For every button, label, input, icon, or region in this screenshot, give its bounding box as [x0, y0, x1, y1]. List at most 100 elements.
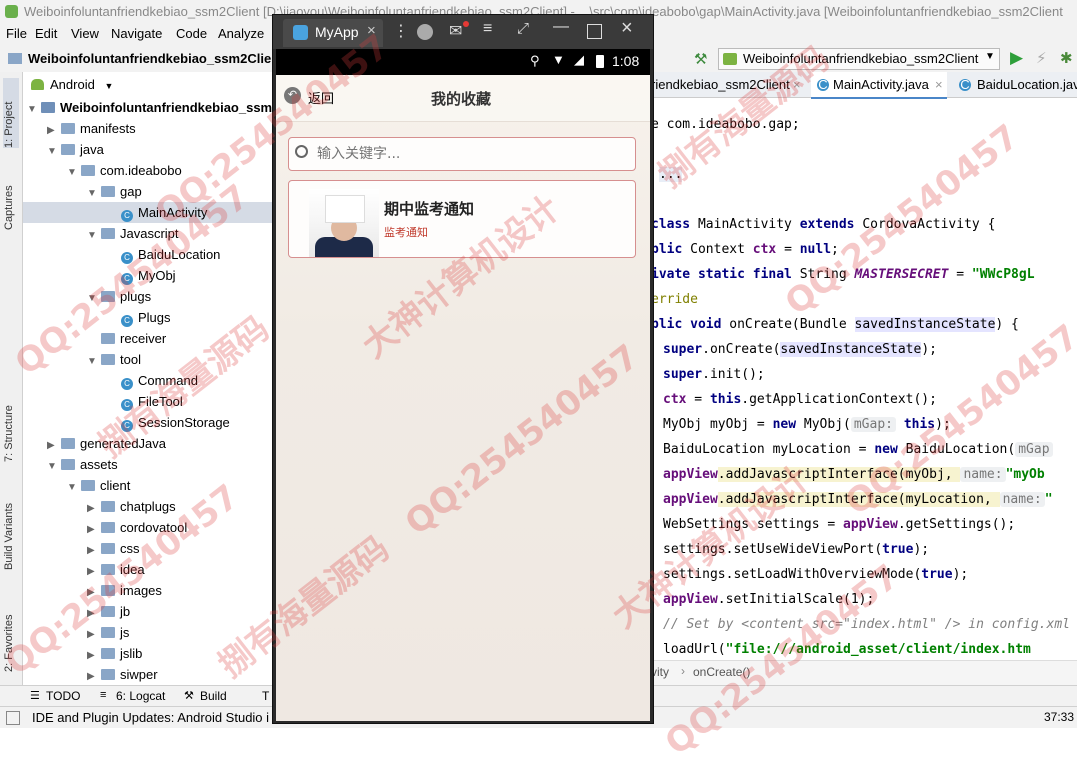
- mail-icon[interactable]: ✉: [449, 21, 462, 41]
- tree-item[interactable]: C Command: [107, 370, 198, 391]
- tree-item[interactable]: ▼ java: [47, 139, 104, 160]
- code-text: loadUrl(: [663, 642, 726, 657]
- tree-item[interactable]: ▼ gap: [87, 181, 142, 202]
- chevron-down-icon[interactable]: ▼: [47, 141, 61, 162]
- editor-tab-baidulocation[interactable]: C BaiduLocation.java: [953, 72, 1077, 97]
- chevron-right-icon[interactable]: ▶: [47, 435, 61, 456]
- tree-item[interactable]: ▶ js: [87, 622, 129, 643]
- chevron-down-icon: ▼: [985, 51, 995, 62]
- emulator-tab[interactable]: MyApp ×: [283, 19, 383, 47]
- apply-changes-icon[interactable]: ⚡: [1036, 49, 1047, 67]
- run-icon[interactable]: ▶: [1010, 48, 1023, 68]
- chevron-right-icon[interactable]: ▶: [87, 666, 101, 685]
- run-config-select[interactable]: Weiboinfoluntanfriendkebiao_ssm2Client ▼: [718, 48, 1000, 70]
- chevron-right-icon[interactable]: ▶: [87, 540, 101, 561]
- chevron-right-icon[interactable]: ▶: [87, 519, 101, 540]
- close-icon[interactable]: ×: [367, 22, 376, 39]
- chevron-down-icon[interactable]: ▼: [87, 288, 101, 309]
- tree-item[interactable]: ▶ cordovatool: [87, 517, 187, 538]
- tree-item[interactable]: ▼ com.ideabobo: [67, 160, 182, 181]
- chevron-down-icon[interactable]: ▼: [87, 225, 101, 246]
- search-field[interactable]: [288, 137, 636, 171]
- tree-item[interactable]: C Plugs: [107, 307, 171, 328]
- search-icon: [295, 145, 308, 158]
- tree-item[interactable]: C MyObj: [107, 265, 176, 286]
- code-text: Context: [682, 242, 753, 257]
- chevron-down-icon[interactable]: ▼: [67, 477, 81, 498]
- project-view-selector[interactable]: Android ▼: [31, 75, 113, 95]
- chevron-right-icon[interactable]: ▶: [87, 624, 101, 645]
- editor-tab-gradle[interactable]: riendkebiao_ssm2Client: [651, 77, 790, 92]
- close-window-icon[interactable]: ×: [621, 17, 633, 40]
- tool-tab-logcat[interactable]: 6: Logcat: [116, 689, 165, 703]
- code-text: );: [952, 567, 969, 582]
- tree-item[interactable]: ▼ tool: [87, 349, 141, 370]
- chevron-right-icon[interactable]: ▶: [87, 561, 101, 582]
- tool-tab-favorites[interactable]: 2: Favorites: [3, 592, 19, 672]
- minimize-icon[interactable]: —: [553, 18, 569, 36]
- menu-icon[interactable]: ≡: [483, 20, 492, 38]
- tool-tab-build-variants[interactable]: Build Variants: [3, 480, 19, 570]
- tool-tab-captures[interactable]: Captures: [3, 164, 19, 230]
- tree-item[interactable]: ▶ generatedJava: [47, 433, 166, 454]
- favorite-item[interactable]: 期中监考通知 监考通知: [288, 180, 636, 258]
- tool-tab-structure[interactable]: 7: Structure: [3, 382, 19, 462]
- account-icon[interactable]: [417, 24, 433, 40]
- maximize-icon[interactable]: [587, 24, 602, 39]
- close-icon[interactable]: ×: [935, 77, 943, 92]
- tree-item[interactable]: ▶ images: [87, 580, 162, 601]
- tree-item[interactable]: C MainActivity: [23, 202, 273, 223]
- menu-view[interactable]: View: [71, 26, 99, 41]
- chevron-right-icon[interactable]: ▶: [87, 582, 101, 603]
- tree-item[interactable]: C BaiduLocation: [107, 244, 220, 265]
- tool-tab-terminal[interactable]: T: [262, 689, 269, 703]
- project-name[interactable]: Weiboinfoluntanfriendkebiao_ssm2Client: [28, 51, 283, 66]
- tree-item[interactable]: C FileTool: [107, 391, 183, 412]
- menu-code[interactable]: Code: [176, 26, 207, 41]
- chevron-down-icon[interactable]: ▼: [27, 99, 41, 120]
- cursor-position[interactable]: 37:33: [1044, 710, 1074, 724]
- chevron-down-icon[interactable]: ▼: [67, 162, 81, 183]
- tree-item[interactable]: ▶ manifests: [47, 118, 136, 139]
- editor-tab-mainactivity[interactable]: C MainActivity.java ×: [811, 72, 947, 99]
- tree-item[interactable]: ▶ jslib: [87, 643, 142, 664]
- hammer-icon[interactable]: ⚒: [694, 50, 707, 68]
- chevron-right-icon[interactable]: ▶: [87, 498, 101, 519]
- tree-item[interactable]: receiver: [87, 328, 166, 349]
- tool-tab-project[interactable]: 1: Project: [3, 78, 19, 148]
- close-icon[interactable]: ×: [793, 77, 801, 92]
- chevron-down-icon[interactable]: ▼: [87, 183, 101, 204]
- status-message[interactable]: IDE and Plugin Updates: Android Studio i: [32, 710, 269, 725]
- tree-item[interactable]: ▶ siwper: [87, 664, 158, 685]
- chevron-right-icon[interactable]: ▶: [87, 645, 101, 666]
- code-text: BaiduLocation(: [897, 442, 1016, 457]
- tree-item[interactable]: ▶ chatplugs: [87, 496, 176, 517]
- tree-item[interactable]: ▼ Javascript: [87, 223, 179, 244]
- tree-item[interactable]: ▼ plugs: [87, 286, 151, 307]
- resize-icon[interactable]: ⤢: [517, 20, 529, 37]
- tool-tab-build[interactable]: Build: [200, 689, 227, 703]
- chevron-down-icon[interactable]: ▼: [47, 456, 61, 477]
- debug-icon[interactable]: ✱: [1060, 49, 1073, 67]
- chevron-right-icon[interactable]: ▶: [47, 120, 61, 141]
- menu-navigate[interactable]: Navigate: [111, 26, 162, 41]
- menu-file[interactable]: File: [6, 26, 27, 41]
- tree-item-label: js: [120, 625, 130, 640]
- tree-item[interactable]: ▼ client: [67, 475, 130, 496]
- tree-item[interactable]: ▼ assets: [47, 454, 118, 475]
- chevron-down-icon[interactable]: ▼: [87, 351, 101, 372]
- menu-analyze[interactable]: Analyze: [218, 26, 264, 41]
- chevron-right-icon[interactable]: ▶: [87, 603, 101, 624]
- search-input[interactable]: [315, 142, 619, 166]
- tree-item[interactable]: ▼ Weiboinfoluntanfriendkebiao_ssm: [27, 97, 272, 118]
- code-folded[interactable]: ...: [659, 167, 683, 182]
- tool-tab-todo[interactable]: TODO: [46, 689, 80, 703]
- tree-item[interactable]: ▶ css: [87, 538, 140, 559]
- more-vert-icon[interactable]: ⋮: [393, 21, 409, 41]
- menu-edit[interactable]: Edit: [35, 26, 57, 41]
- code-editor[interactable]: riendkebiao_ssm2Client × C MainActivity.…: [651, 72, 1077, 685]
- tree-item[interactable]: ▶ jb: [87, 601, 130, 622]
- breadcrumb-method[interactable]: onCreate(): [693, 665, 750, 679]
- tree-item[interactable]: C SessionStorage: [107, 412, 230, 433]
- tree-item[interactable]: ▶ idea: [87, 559, 145, 580]
